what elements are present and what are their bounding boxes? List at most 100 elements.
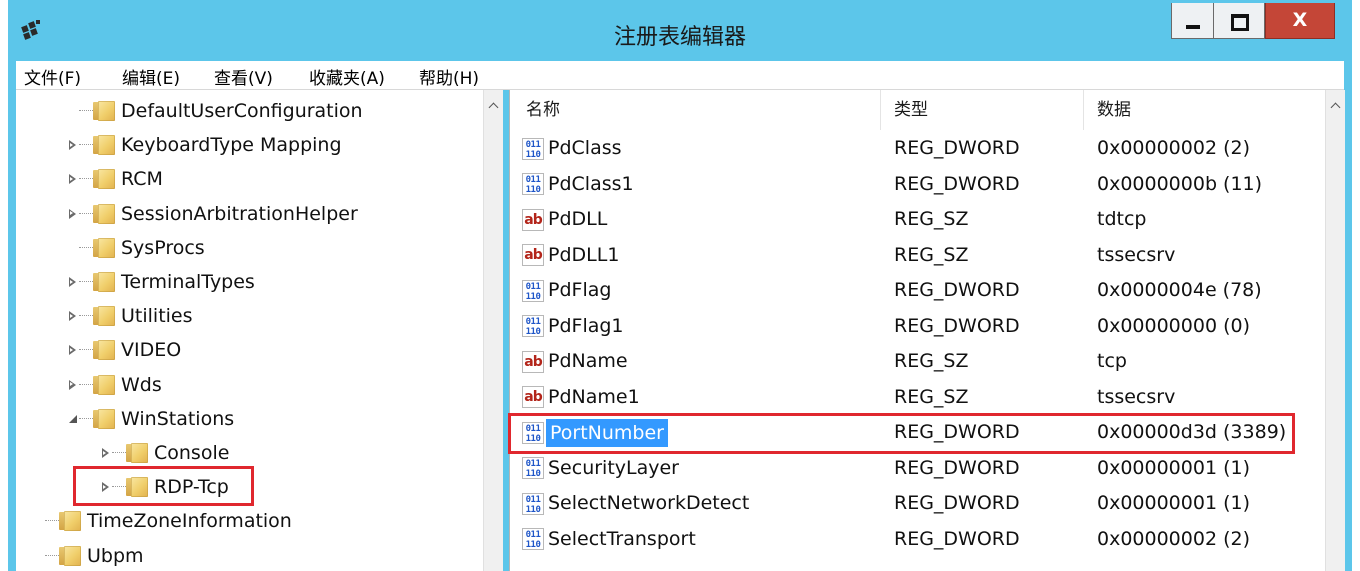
value-type-cell: REG_DWORD [894,314,1020,337]
binary-value-icon: 011 110 [522,457,544,479]
list-scrollbar[interactable] [1325,90,1345,571]
tree-item[interactable]: Wds [68,369,162,401]
scroll-up-arrow-icon[interactable] [1329,100,1343,114]
tree-item[interactable]: KeyboardType Mapping [68,129,342,161]
expand-arrow-icon[interactable] [68,344,78,356]
tree-connector [79,212,93,215]
tree-item-label: DefaultUserConfiguration [121,100,363,122]
expand-arrow-icon[interactable] [101,447,111,459]
tree-item-label: Ubpm [87,544,144,567]
value-data-cell: tdtcp [1097,208,1147,230]
tree-item[interactable]: WinStations [68,403,234,435]
collapse-arrow-icon[interactable] [68,413,78,425]
column-header-name[interactable]: 名称 [510,90,881,130]
tree-item[interactable]: Ubpm [34,540,144,571]
value-type-cell: REG_DWORD [894,279,1020,301]
expand-arrow-icon[interactable] [68,310,78,322]
value-name-cell: ab PdDLL [522,202,607,237]
tree-connector [79,349,93,351]
value-list-pane[interactable]: 名称 类型 数据 011 110 PdClass REG_DWORD 0x0000000… [509,90,1345,571]
column-header-type[interactable]: 类型 [881,90,1084,130]
value-data-cell: 0x0000000b (11) [1097,172,1263,195]
value-row[interactable]: 011 110 SecurityLayer REG_DWORD 0x00000001 (… [510,451,1325,486]
scroll-up-arrow-icon[interactable] [487,100,501,114]
menu-help[interactable]: 帮助(H) [419,64,479,89]
value-row[interactable]: 011 110 PdFlag1 REG_DWORD 0x00000000 (0) [510,309,1325,344]
value-type-cell: REG_DWORD [894,492,1020,514]
value-name-cell: ab PdName [522,344,628,379]
column-header-data[interactable]: 数据 [1084,90,1325,130]
folder-icon [93,135,115,156]
minimize-icon [1186,25,1200,29]
tree-item-label: SysProcs [121,236,205,259]
tree-item[interactable]: Utilities [68,300,193,332]
value-type-cell: REG_SZ [894,350,969,372]
string-value-icon: ab [522,386,544,408]
tree-item[interactable]: DefaultUserConfiguration [68,95,363,127]
value-data-cell: 0x00000001 (1) [1097,492,1250,514]
value-row[interactable]: 011 110 PdFlag REG_DWORD 0x0000004e (78) [510,273,1325,308]
folder-icon [126,443,148,463]
tree-connector [79,417,93,420]
folder-icon [93,374,115,395]
tree-connector [45,520,59,522]
menu-view[interactable]: 查看(V) [214,64,273,89]
value-name: PdName1 [548,385,640,408]
tree-item-label: Console [154,442,230,464]
value-data-cell: tssecsrv [1097,385,1176,408]
menu-edit[interactable]: 编辑(E) [122,64,180,89]
tree-connector [79,383,93,386]
tree-item-label: SessionArbitrationHelper [121,202,358,225]
value-name: PdName [548,350,628,372]
value-row[interactable]: 011 110 SelectNetworkDetect REG_DWORD 0x0000… [510,486,1325,521]
tree-item-label: VIDEO [121,339,182,362]
value-row[interactable]: 011 110 PdClass1 REG_DWORD 0x0000000b (11) [510,167,1325,202]
value-name: PdFlag [548,279,612,301]
tree-item[interactable]: SessionArbitrationHelper [68,198,358,230]
tree-connector [79,178,93,180]
value-data-cell: tcp [1097,350,1127,372]
folder-icon [93,101,115,121]
menu-file[interactable]: 文件(F) [24,64,81,89]
value-row[interactable]: 011 110 PdClass REG_DWORD 0x00000002 (2) [510,131,1325,166]
menu-favorites[interactable]: 收藏夹(A) [309,64,385,89]
binary-value-icon: 011 110 [522,528,544,550]
value-type-cell: REG_DWORD [894,527,1020,550]
binary-value-icon: 011 110 [522,492,544,515]
tree-item[interactable]: VIDEO [68,334,181,366]
expand-arrow-icon[interactable] [68,379,78,391]
tree-item[interactable]: TerminalTypes [68,266,255,298]
value-name-cell: 011 110 PdFlag [522,273,611,308]
expand-arrow-icon[interactable] [68,276,78,288]
folder-icon [93,306,115,327]
close-button[interactable]: X [1265,3,1335,39]
title-bar[interactable]: 注册表编辑器 X [8,0,1352,61]
folder-icon [93,272,115,292]
value-type-cell: REG_DWORD [894,172,1020,195]
tree-item[interactable]: TimeZoneInformation [34,505,292,537]
tree-scrollbar[interactable] [483,90,503,571]
folder-icon [93,237,115,258]
tree-item[interactable]: SysProcs [68,232,205,264]
value-row[interactable]: ab PdName1 REG_SZ tssecsrv [510,380,1325,415]
value-row[interactable]: ab PdName REG_SZ tcp [510,344,1325,379]
expand-arrow-icon[interactable] [68,173,78,185]
value-name: SelectNetworkDetect [548,492,750,514]
value-row[interactable]: 011 110 SelectTransport REG_DWORD 0x00000002… [510,522,1325,557]
folder-icon [93,340,115,361]
maximize-button[interactable] [1213,3,1265,39]
value-row[interactable]: ab PdDLL REG_SZ tdtcp [510,202,1325,237]
tree-item[interactable]: Console [101,437,229,469]
tree-item-label: WinStations [121,407,235,430]
expand-arrow-icon[interactable] [68,208,78,220]
minimize-button[interactable] [1171,3,1213,39]
tree-item-label: RCM [121,168,163,191]
value-row[interactable]: ab PdDLL1 REG_SZ tssecsrv [510,238,1325,273]
tree-item-label: TimeZoneInformation [87,510,292,533]
tree-item[interactable]: RCM [68,163,163,195]
expand-arrow-icon[interactable] [68,139,78,151]
tree-connector [79,246,93,249]
